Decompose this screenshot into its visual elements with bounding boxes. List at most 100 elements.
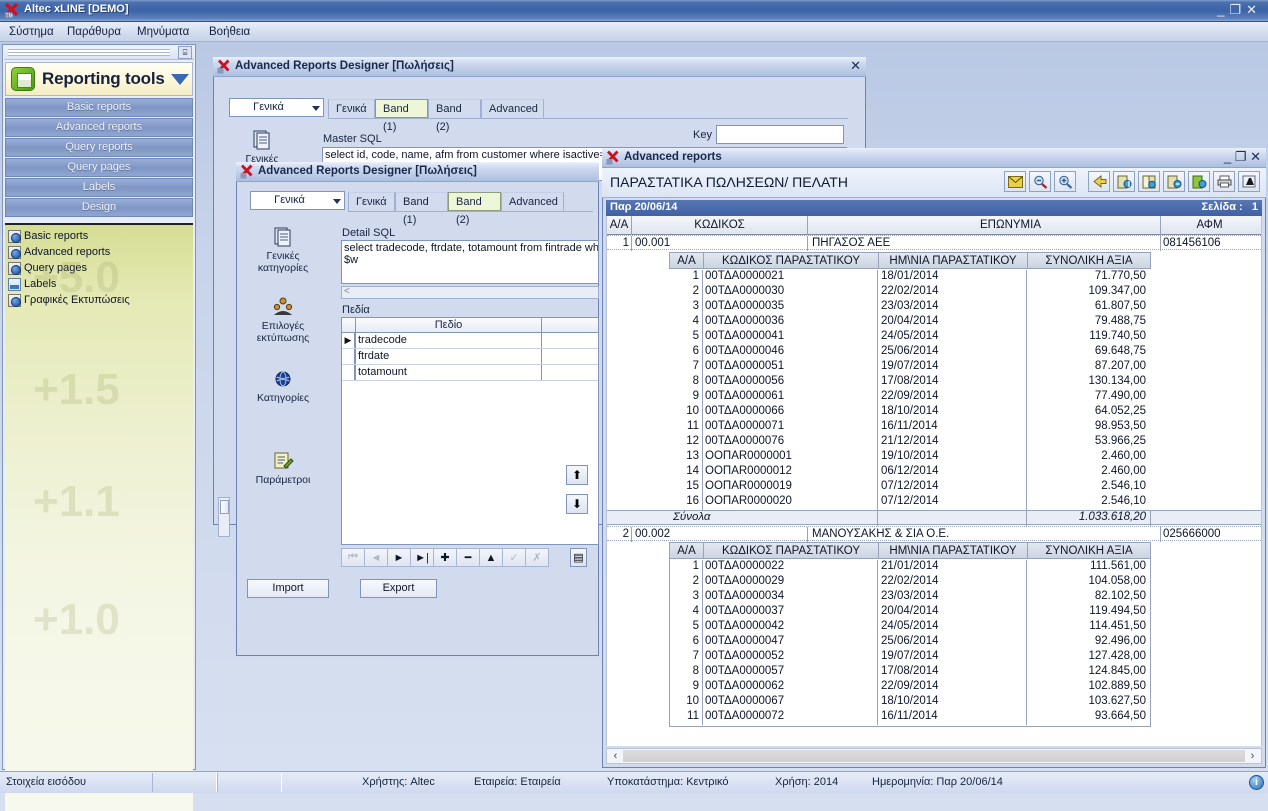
edit-record-icon[interactable]: ▲: [479, 548, 503, 567]
scroll-left-arrow-icon[interactable]: ‹: [608, 749, 623, 763]
info-icon[interactable]: i: [1249, 775, 1264, 790]
menu-item-systima[interactable]: Σύστημα: [4, 25, 59, 39]
table-row: 7 00ΤΔΑ0000051 19/07/2014 87.207,00: [669, 360, 1151, 375]
delete-record-icon[interactable]: ━: [456, 548, 480, 567]
export-button[interactable]: Export: [360, 579, 437, 598]
designer-back-vscroll[interactable]: [218, 497, 230, 537]
move-up-arrow-icon[interactable]: ⬆: [566, 465, 588, 485]
key-input[interactable]: [716, 125, 844, 144]
cancel-record-icon[interactable]: ✗: [525, 548, 549, 567]
first-page-icon[interactable]: [1113, 171, 1135, 192]
minimize-button[interactable]: _: [1217, 2, 1229, 17]
row-amount: 64.052,25: [1094, 405, 1146, 417]
next-page-icon[interactable]: [1163, 171, 1185, 192]
tree-item-basic-reports[interactable]: Basic reports: [5, 228, 193, 244]
close-button[interactable]: ✕: [1250, 149, 1261, 164]
next-record-icon[interactable]: ►: [387, 548, 411, 567]
move-down-arrow-icon[interactable]: ⬇: [566, 494, 588, 514]
menu-item-minymata[interactable]: Μηνύματα: [132, 25, 194, 39]
tab-band1-back[interactable]: Band (1): [375, 99, 428, 133]
tree-item-advanced-reports[interactable]: Advanced reports: [5, 244, 193, 260]
scroll-thumb[interactable]: [623, 750, 1245, 762]
report-date: Παρ 20/06/14: [610, 201, 678, 213]
print-icon[interactable]: [1213, 171, 1235, 192]
designer-front-titlebar[interactable]: Advanced Reports Designer [Πωλήσεις]: [236, 162, 599, 182]
designer-back-titlebar[interactable]: Advanced Reports Designer [Πωλήσεις] ✕: [213, 57, 866, 77]
table-row[interactable]: ▶ tradecode: [342, 333, 598, 349]
tab-band2-back[interactable]: Band (2): [428, 99, 481, 133]
prev-record-icon[interactable]: ◄: [364, 548, 388, 567]
pin-icon[interactable]: ⌸: [178, 46, 192, 59]
tree-item-grafikes-ektyposeis[interactable]: Γραφικές Εκτυπώσεις: [5, 292, 193, 308]
people-group-icon: [272, 296, 294, 318]
column-divider: [807, 216, 808, 235]
navigator-grip[interactable]: ⌸: [4, 46, 194, 60]
menu-item-parathyra[interactable]: Παράθυρα: [62, 25, 126, 39]
detail-sql-input[interactable]: select tradecode, ftrdate, totamount fro…: [341, 240, 599, 284]
side-button-genikes-back[interactable]: Γενικές: [223, 129, 301, 165]
advanced-reports-designer-window-front[interactable]: Advanced Reports Designer [Πωλήσεις] Γεν…: [236, 162, 599, 656]
side-button-parametroi[interactable]: Παράμετροι: [244, 450, 322, 486]
column-divider: [702, 605, 703, 620]
nav-button-design[interactable]: Design: [5, 198, 193, 217]
column-divider: [1160, 527, 1161, 542]
report-canvas[interactable]: A/A ΚΩΔΙΚΟΣ ΕΠΩΝΥΜΙΑ ΑΦΜ 1 00.001 ΠΗΓΑΣΟ…: [606, 216, 1262, 746]
side-button-epiloges-ektyposis[interactable]: Επιλογές εκτύπωσης: [244, 296, 322, 344]
tab-band1-front[interactable]: Band (1): [395, 192, 448, 226]
nav-button-advanced-reports[interactable]: Advanced reports: [5, 118, 193, 137]
nav-button-labels[interactable]: Labels: [5, 178, 193, 197]
side-button-genikes-katigories[interactable]: Γενικές κατηγορίες: [244, 226, 322, 274]
report-horizontal-scrollbar[interactable]: ‹ ›: [606, 748, 1262, 764]
nav-button-query-pages[interactable]: Query pages: [5, 158, 193, 177]
table-row: 2 00ΤΔΑ0000029 22/02/2014 104.058,00: [669, 575, 1151, 590]
row-aa: 6: [692, 635, 699, 647]
scroll-right-arrow-icon[interactable]: ›: [1245, 749, 1260, 763]
tab-advanced-front[interactable]: Advanced: [501, 192, 564, 211]
chevron-down-icon[interactable]: [170, 73, 189, 85]
grid-menu-icon[interactable]: ▤: [570, 548, 587, 567]
advanced-reports-viewer-window[interactable]: Advanced reports _ ❐ ✕ ΠΑΡΑΣΤΑΤΙΚΑ ΠΩΛΗΣ…: [602, 148, 1266, 768]
scroll-thumb[interactable]: [220, 500, 229, 514]
prev-page-icon[interactable]: [1138, 171, 1160, 192]
fields-grid[interactable]: Πεδίο ▶ tradecode ftrdate totamount: [341, 317, 599, 545]
tab-genika-back[interactable]: Γενικά: [328, 99, 375, 118]
table-row[interactable]: ftrdate: [342, 349, 598, 365]
tab-genika-front[interactable]: Γενικά: [348, 192, 395, 211]
tab-band2-front[interactable]: Band (2): [448, 192, 501, 226]
tree-item-query-pages[interactable]: Query pages: [5, 260, 193, 276]
side-button-katigories[interactable]: Κατηγορίες: [244, 368, 322, 404]
row-doc: 00ΤΔΑ0000042: [705, 620, 785, 632]
category-combo-back[interactable]: Γενικά: [229, 98, 324, 117]
detail-col-amount: ΣΥΝΟΛΙΚΗ ΑΞΙΑ: [1045, 545, 1133, 557]
tree-item-labels[interactable]: Labels: [5, 276, 193, 292]
email-report-icon[interactable]: [1004, 171, 1026, 192]
table-row[interactable]: totamount: [342, 365, 598, 381]
first-record-icon[interactable]: ⏮: [341, 548, 365, 567]
last-record-icon[interactable]: ►|: [410, 548, 434, 567]
row-date: 07/12/2014: [881, 495, 939, 507]
close-button[interactable]: ✕: [1246, 2, 1262, 17]
restore-button[interactable]: ❐: [1229, 2, 1246, 17]
minimize-button[interactable]: _: [1224, 149, 1231, 164]
report-viewer-titlebar[interactable]: Advanced reports _ ❐ ✕: [602, 148, 1266, 168]
restore-button[interactable]: ❐: [1235, 149, 1247, 164]
detail-sql-hscroll[interactable]: <: [341, 286, 599, 299]
add-record-icon[interactable]: ✚: [433, 548, 457, 567]
zoom-out-icon[interactable]: [1029, 171, 1051, 192]
table-row: 11 00ΤΔΑ0000071 16/11/2014 98.953,50: [669, 420, 1151, 435]
menu-item-voitheia[interactable]: Βοήθεια: [204, 25, 255, 39]
exit-icon[interactable]: [1238, 171, 1260, 192]
zoom-in-icon[interactable]: [1054, 171, 1076, 192]
post-record-icon[interactable]: ✓: [502, 548, 526, 567]
background-watermarks: +5.0 +1.5 +1.1 +1.0: [5, 225, 193, 811]
scroll-left-arrow-icon[interactable]: <: [344, 286, 350, 297]
nav-button-query-reports[interactable]: Query reports: [5, 138, 193, 157]
nav-button-basic-reports[interactable]: Basic reports: [5, 98, 193, 117]
designer-back-close-button[interactable]: ✕: [850, 58, 861, 74]
back-arrow-icon[interactable]: [1088, 171, 1110, 192]
column-divider: [1026, 330, 1027, 345]
tab-advanced-back[interactable]: Advanced: [481, 99, 544, 118]
category-combo-front[interactable]: Γενικά: [250, 191, 345, 210]
last-page-icon[interactable]: [1188, 171, 1210, 192]
import-button[interactable]: Import: [247, 579, 329, 598]
